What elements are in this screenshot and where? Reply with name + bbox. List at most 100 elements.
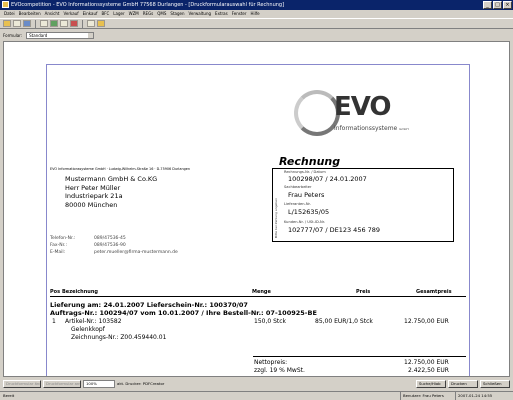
col-pos: Pos [50,289,61,295]
item-pos: 1 [52,318,56,325]
recipient-line: 80000 München [65,200,118,209]
col-preis: Preis [356,289,371,295]
recipient-line: Mustermann GmbH & Co.KG [65,175,158,183]
invoice-side-text: Bitte bei Zahlung angeben [274,197,278,238]
menu-verkauf[interactable]: Verkauf [63,10,78,18]
clerk-value: Frau Peters [288,191,325,199]
view-form-button[interactable]: Druckformular ansehen [43,379,81,388]
help-icon[interactable] [97,20,105,27]
status-bar: Bereit Benutzer: Frau Peters 2007-01-24 … [0,391,513,400]
menu-bearbeiten[interactable]: Bearbeiten [19,10,41,18]
contact-label: E-Mail: [50,250,66,255]
customer-number-value: 102777/07 / DE123 456 789 [288,226,381,234]
printer-label: akt. Drucker: PDFCreator [117,381,165,386]
sender-line: EVO Informationssysteme GmbH · Ludwig-Wi… [50,167,190,171]
vat-value: 2.422,50 EUR [408,367,449,374]
preview-action-bar: Druckformular ändern Druckformular anseh… [0,377,513,390]
col-gesamtpreis: Gesamtpreis [416,289,452,295]
menu-verwaltung[interactable]: Verwaltung [189,10,212,18]
table-header: Pos Bezeichnung Menge Preis Gesamtpreis [50,289,466,297]
form-combo[interactable]: Standard [26,31,95,39]
menu-fenster[interactable]: Fenster [232,10,247,18]
title-bar: EVOcompetition - EVO Informationssysteme… [0,0,513,10]
menu-extras[interactable]: Extras [215,10,228,18]
supplier-number-value: L/152635/05 [288,208,330,216]
zoom-combo[interactable]: 100% [83,379,115,388]
delivery-text: Lieferung am: 24.01.2007 Lieferschein-Nr… [50,301,248,309]
net-value: 12.750,00 EUR [404,359,449,366]
print-icon[interactable] [40,20,48,27]
maximize-button[interactable]: □ [493,1,502,9]
save-icon[interactable] [23,20,31,27]
form-selector-bar: Formular: Standard [0,30,513,40]
contact-fax: Fax-Nr.: 089/47536-90 [50,243,126,248]
invoice-number-value: 100298/07 / 24.01.2007 [288,175,367,183]
close-preview-button[interactable]: Schließen [480,379,510,388]
contact-phone: Telefon-Nr.: 089/47536-45 [50,236,126,241]
contact-value: peter.mueller@firma-mustermann.de [94,250,178,255]
logo-suffix: GmbH [399,127,409,131]
menu-datei[interactable]: Datei [4,10,15,18]
menu-bfc[interactable]: BFC [101,10,109,18]
logo-mark: EVO [334,92,392,122]
sum-divider [253,356,466,357]
invoice-field-label: Rechnungs-Nr. / Datum [284,170,326,174]
col-bezeichnung: Bezeichnung [62,289,98,295]
toolbar [0,18,513,29]
app-window: EVOcompetition - EVO Informationssysteme… [0,0,513,400]
status-user: Benutzer: Frau Peters [400,392,444,400]
contact-value: 089/47536-45 [94,236,126,241]
recipient-line: Industriepark 21a [65,192,123,200]
open-folder-icon[interactable] [3,20,11,27]
copy-icon[interactable] [60,20,68,27]
vat-label: zzgl. 19 % MwSt. [254,367,305,374]
item-drawing: Zeichnungs-Nr.: Z00.459440.01 [71,334,167,341]
menu-stagen[interactable]: Stagen [170,10,184,18]
contact-value: 089/47536-90 [94,243,126,248]
form-label: Formular: [3,32,23,38]
status-datetime: 2007-01-24 14:55 [455,392,492,400]
menu-ansicht[interactable]: Ansicht [45,10,60,18]
item-quantity: 150,0 Stck [254,318,287,325]
change-form-button[interactable]: Druckformular ändern [3,379,41,388]
recipient-address: Mustermann GmbH & Co.KG Herr Peter Mülle… [65,175,157,209]
print-button[interactable]: Drucken [448,379,478,388]
item-description: Gelenkkopf [71,326,105,333]
window-title: EVOcompetition - EVO Informationssysteme… [11,2,285,8]
logo-subtitle-text: Informationssysteme [334,125,398,132]
menu-einkauf[interactable]: Einkauf [83,10,98,18]
menu-hilfe[interactable]: Hilfe [251,10,260,18]
menu-wzm[interactable]: WZM [129,10,139,18]
contact-label: Telefon-Nr.: [50,236,76,241]
menu-lager[interactable]: Lager [113,10,124,18]
contact-email: E-Mail: peter.mueller@firma-mustermann.de [50,250,178,255]
item-total: 12.750,00 EUR [404,318,449,325]
invoice-field-label: Sachbearbeiter [284,185,312,189]
logo-subtitle: Informationssysteme GmbH [334,125,409,132]
invoice-field-label: Lieferanten-Nr. [284,202,311,206]
search-button[interactable]: Suche/Hiob [416,379,446,388]
close-button[interactable]: × [503,1,512,9]
print-preview[interactable]: EVO Informationssysteme GmbH EVO Informa… [3,41,510,377]
recipient-line: Herr Peter Müller [65,183,121,192]
toolbar-separator [82,19,83,28]
menu-qms[interactable]: QMS [157,10,166,18]
item-article: Artikel-Nr.: 103582 [65,318,122,325]
search-icon[interactable] [87,20,95,27]
toolbar-separator [35,19,36,28]
invoice-title: Rechnung [279,155,341,168]
delete-icon[interactable] [70,20,78,27]
menu-regs[interactable]: REGs [143,10,154,18]
item-price: 85,00 EUR/1,0 Stck [315,318,373,325]
status-text: Bereit [3,393,15,398]
new-document-icon[interactable] [13,20,21,27]
invoice-field-label: Kunden-Nr. / USt-ID-Nr. [284,220,325,224]
app-icon [2,1,9,8]
contact-label: Fax-Nr.: [50,243,67,248]
preview-icon[interactable] [50,20,58,27]
net-label: Nettopreis: [254,359,288,366]
col-menge: Menge [252,289,271,295]
menu-bar: Datei Bearbeiten Ansicht Verkauf Einkauf… [0,10,513,18]
order-text: Auftrags-Nr.: 100294/07 vom 10.01.2007 /… [50,309,317,317]
minimize-button[interactable]: _ [483,1,492,9]
